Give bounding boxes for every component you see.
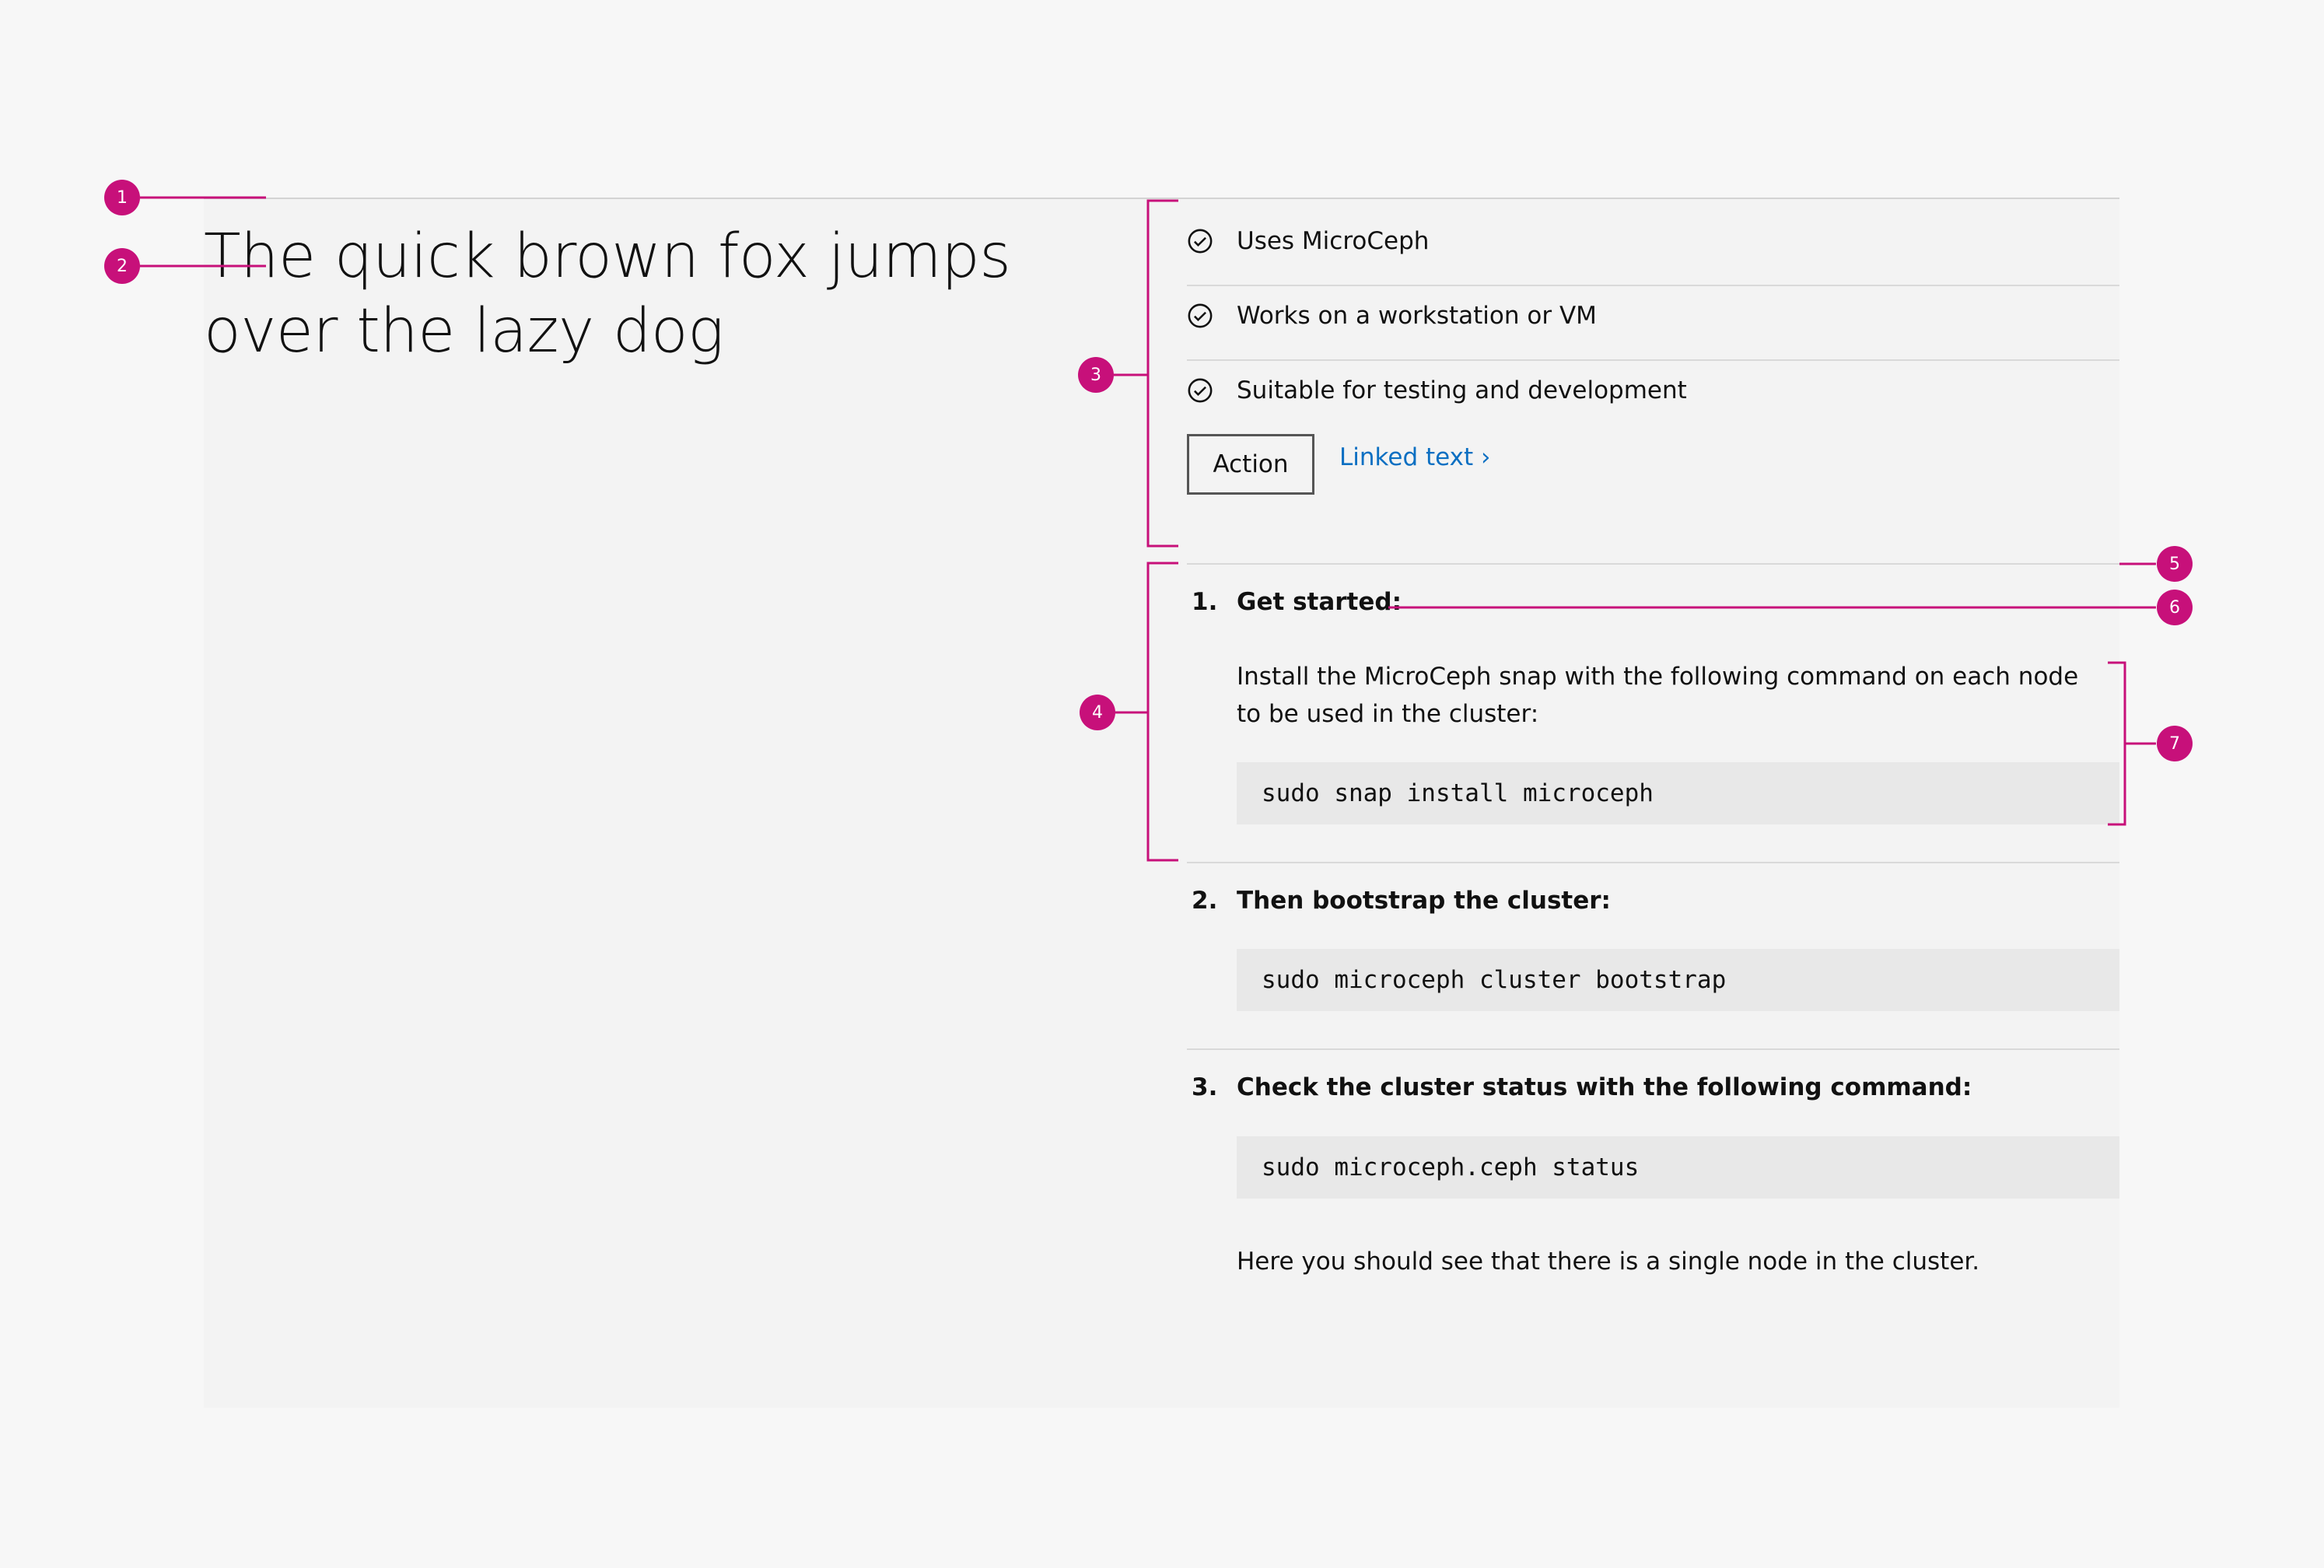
check-circle-icon [1188, 303, 1213, 328]
step-title: Then bootstrap the cluster: [1237, 887, 1611, 915]
feature-item: Uses MicroCeph [1187, 218, 1429, 264]
annotation-marker: 3 [1078, 357, 1114, 393]
top-rule [204, 198, 2119, 199]
feature-item: Works on a workstation or VM [1187, 292, 1597, 339]
step-number: 1. [1192, 588, 1218, 616]
step-number: 2. [1192, 887, 1218, 915]
divider [1187, 285, 2119, 286]
feature-item: Suitable for testing and development [1187, 367, 1687, 414]
code-block[interactable]: sudo snap install microceph [1237, 762, 2119, 824]
annotation-marker: 5 [2157, 546, 2193, 582]
linked-text[interactable]: Linked text › [1339, 443, 1490, 471]
step-title: Get started: [1237, 588, 1402, 616]
annotation-marker: 4 [1080, 695, 1115, 730]
step-text: Install the MicroCeph snap with the foll… [1237, 663, 2079, 728]
hero-title: The quick brown fox jumps over the lazy … [204, 222, 1011, 366]
annotation-marker: 2 [104, 248, 140, 284]
code-block[interactable]: sudo microceph cluster bootstrap [1237, 949, 2119, 1011]
step-title: Check the cluster status with the follow… [1237, 1073, 1972, 1101]
divider [1187, 563, 2119, 565]
feature-label: Suitable for testing and development [1237, 376, 1687, 404]
divider [1187, 1048, 2119, 1050]
divider [1187, 359, 2119, 361]
check-circle-icon [1188, 229, 1213, 254]
feature-label: Works on a workstation or VM [1237, 302, 1597, 330]
annotation-marker: 1 [104, 180, 140, 215]
action-button[interactable]: Action [1187, 434, 1314, 495]
divider [1187, 862, 2119, 863]
check-circle-icon [1188, 378, 1213, 403]
feature-label: Uses MicroCeph [1237, 227, 1430, 255]
code-block[interactable]: sudo microceph.ceph status [1237, 1136, 2119, 1199]
step-number: 3. [1192, 1073, 1218, 1101]
annotation-marker: 6 [2157, 590, 2193, 625]
step-note: Here you should see that there is a sing… [1237, 1248, 1980, 1276]
annotation-marker: 7 [2157, 726, 2193, 761]
